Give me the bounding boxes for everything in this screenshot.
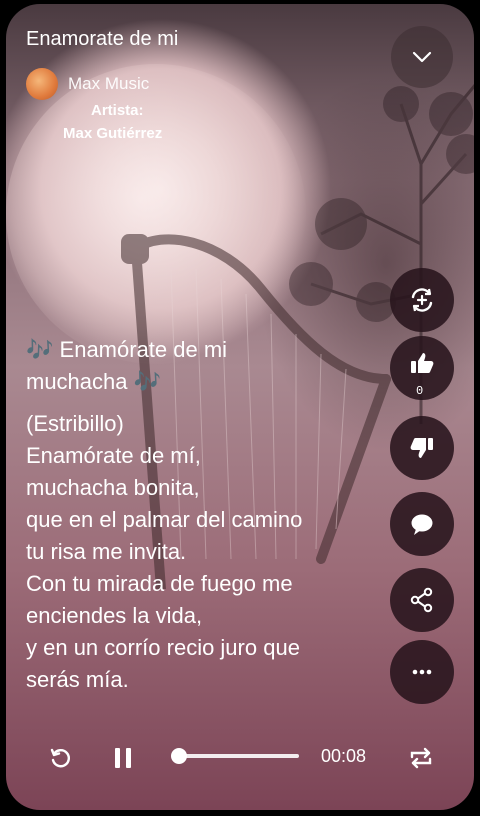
lyrics-block: 🎶 Enamórate de mi muchacha 🎶 (Estribillo… [26, 334, 386, 696]
lyric-line: y en un corrío recio juro que [26, 635, 300, 660]
lyric-line: serás mía. [26, 667, 129, 692]
artist-label: Artista: [91, 102, 144, 119]
song-title-line-2: muchacha [26, 369, 128, 394]
loop-button[interactable] [406, 744, 436, 772]
remix-button[interactable] [390, 268, 454, 332]
comment-button[interactable] [390, 492, 454, 556]
pause-icon [115, 748, 131, 768]
chevron-down-icon [412, 51, 432, 63]
music-note-icon: 🎶 [26, 337, 54, 362]
lyric-line: tu risa me invita. [26, 539, 187, 564]
artist-name: Max Gutiérrez [63, 125, 163, 142]
share-icon [410, 587, 433, 613]
song-heading: 🎶 Enamórate de mi muchacha 🎶 [26, 334, 386, 398]
lyric-line: Con tu mirada de fuego me [26, 571, 293, 596]
dislike-button[interactable] [390, 416, 454, 480]
thumbs-down-icon [410, 438, 433, 458]
channel-info[interactable]: Max Music [26, 68, 149, 100]
lyric-line: muchacha bonita, [26, 475, 200, 500]
elapsed-time: 00:08 [321, 746, 367, 766]
lyric-line: (Estribillo) [26, 411, 124, 436]
channel-name[interactable]: Max Music [68, 74, 149, 94]
share-button[interactable] [390, 568, 454, 632]
replay-button[interactable] [46, 744, 74, 772]
replay-icon [50, 748, 70, 768]
lyric-line: enciendes la vida, [26, 603, 203, 628]
progress-track[interactable] [172, 754, 299, 758]
thumbs-up-icon [411, 353, 434, 373]
channel-avatar[interactable] [26, 68, 58, 100]
remix-icon [411, 288, 433, 312]
lyric-line: que en el palmar del camino [26, 507, 303, 532]
video-title: Enamorate de mi [26, 28, 179, 50]
more-horizontal-icon [412, 669, 432, 675]
more-options-button[interactable] [390, 640, 454, 704]
collapse-button[interactable] [391, 26, 453, 88]
video-frame: Enamorate de mi Max Music Artista: Max G… [6, 4, 474, 810]
progress-thumb[interactable] [171, 748, 187, 764]
song-title-line-1: Enamórate de mi [59, 337, 228, 362]
lyric-line: Enamórate de mí, [26, 443, 201, 468]
music-note-icon: 🎶 [133, 369, 162, 394]
comment-icon [411, 514, 433, 535]
pause-button[interactable] [110, 744, 136, 772]
repeat-icon [410, 747, 432, 769]
like-count: 0 [416, 384, 424, 398]
